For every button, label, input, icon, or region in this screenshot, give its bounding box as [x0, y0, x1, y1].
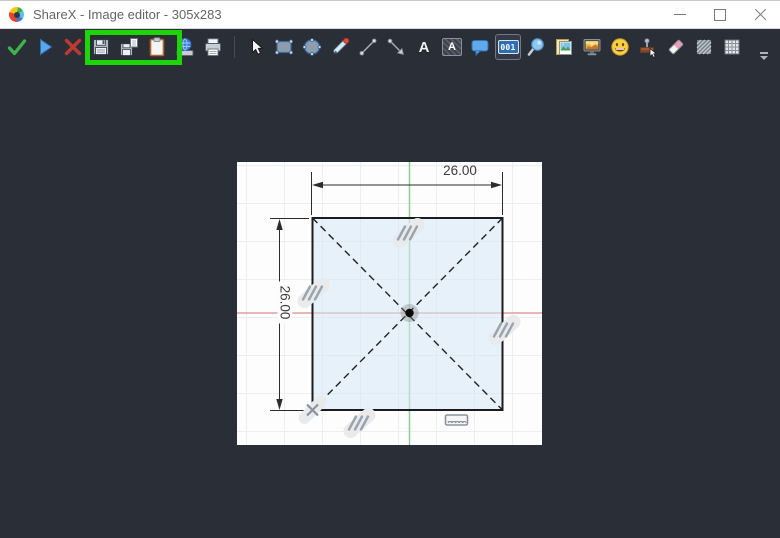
- image-file-tool-button[interactable]: [551, 34, 577, 60]
- image-screen-tool-button[interactable]: [579, 34, 605, 60]
- dimension-label-horizontal: 26.00: [443, 163, 477, 178]
- speech-balloon-icon: [471, 40, 489, 57]
- cross-icon: [64, 38, 82, 56]
- maximize-icon: [714, 8, 726, 21]
- cursor-sticker-tool-button[interactable]: [635, 34, 661, 60]
- select-tool-button[interactable]: [243, 34, 269, 60]
- blur-icon: [696, 39, 712, 55]
- dimension-horizontal: [311, 172, 503, 215]
- toolbar-separator: [234, 36, 235, 58]
- rectangle-icon: [275, 39, 293, 55]
- save-button[interactable]: [88, 34, 114, 60]
- rectangle-tool-button[interactable]: [271, 34, 297, 60]
- blur-tool-button[interactable]: [691, 34, 717, 60]
- cancel-button[interactable]: [60, 34, 86, 60]
- step-001-icon: 001: [497, 40, 519, 54]
- magnifier-icon: [527, 38, 544, 56]
- constraint-fix-x: [298, 396, 327, 424]
- constraint-hatch-bottom: [349, 415, 369, 431]
- close-icon: [754, 8, 767, 21]
- toolbar: A A 001: [0, 31, 747, 63]
- freehand-tool-button[interactable]: [327, 34, 353, 60]
- origin-point: [405, 308, 414, 318]
- text-tool-button[interactable]: A: [411, 34, 437, 60]
- clipboard-icon: [149, 37, 165, 57]
- close-button[interactable]: [740, 1, 780, 28]
- dimension-label-vertical: 26.00: [277, 281, 293, 324]
- toolbar-overflow-button[interactable]: [759, 52, 769, 60]
- accept-button[interactable]: [4, 34, 30, 60]
- text-background-icon: A: [442, 38, 462, 56]
- titlebar[interactable]: ShareX - Image editor - 305x283: [0, 0, 780, 29]
- check-icon: [7, 39, 27, 56]
- minimize-button[interactable]: [660, 1, 700, 28]
- copy-to-clipboard-button[interactable]: [144, 34, 170, 60]
- ellipse-icon: [302, 38, 322, 56]
- text-icon: A: [418, 38, 430, 56]
- save-as-button[interactable]: [116, 34, 142, 60]
- image-file-icon: [556, 39, 572, 55]
- edited-image-canvas[interactable]: 26.00 26.00: [237, 162, 542, 445]
- upload-button[interactable]: [172, 34, 198, 60]
- chevron-down-icon: [760, 55, 768, 60]
- play-icon: [40, 38, 53, 56]
- magnify-tool-button[interactable]: [523, 34, 549, 60]
- ellipse-tool-button[interactable]: [299, 34, 325, 60]
- step-counter-tool-button[interactable]: 001: [495, 34, 521, 60]
- pencil-icon: [333, 37, 350, 54]
- window-title: ShareX - Image editor - 305x283: [33, 7, 222, 22]
- pixelate-tool-button[interactable]: [719, 34, 745, 60]
- stamp-cursor-icon: [639, 38, 658, 58]
- eraser-tool-button[interactable]: [663, 34, 689, 60]
- save-icon: [93, 39, 109, 55]
- monitor-image-icon: [583, 39, 601, 56]
- speech-balloon-tool-button[interactable]: [467, 34, 493, 60]
- sharex-logo-icon: [9, 7, 24, 22]
- line-icon: [359, 38, 377, 56]
- smiley-icon: [611, 38, 629, 56]
- save-as-icon: [120, 38, 138, 56]
- overflow-line: [760, 52, 768, 54]
- text-background-tool-button[interactable]: A: [439, 34, 465, 60]
- printer-icon: [205, 38, 221, 56]
- eraser-icon: [668, 39, 684, 55]
- arrow-tool-button[interactable]: [383, 34, 409, 60]
- window-controls: [660, 1, 780, 28]
- cursor-icon: [252, 39, 263, 55]
- line-tool-button[interactable]: [355, 34, 381, 60]
- globe-upload-icon: [176, 38, 194, 56]
- constraint-collinear-badge: [444, 414, 469, 426]
- minimize-icon: [674, 14, 686, 15]
- maximize-button[interactable]: [700, 1, 740, 28]
- arrow-icon: [387, 38, 405, 56]
- emoji-tool-button[interactable]: [607, 34, 633, 60]
- continue-button[interactable]: [32, 34, 58, 60]
- print-button[interactable]: [200, 34, 226, 60]
- pixelate-icon: [724, 39, 740, 55]
